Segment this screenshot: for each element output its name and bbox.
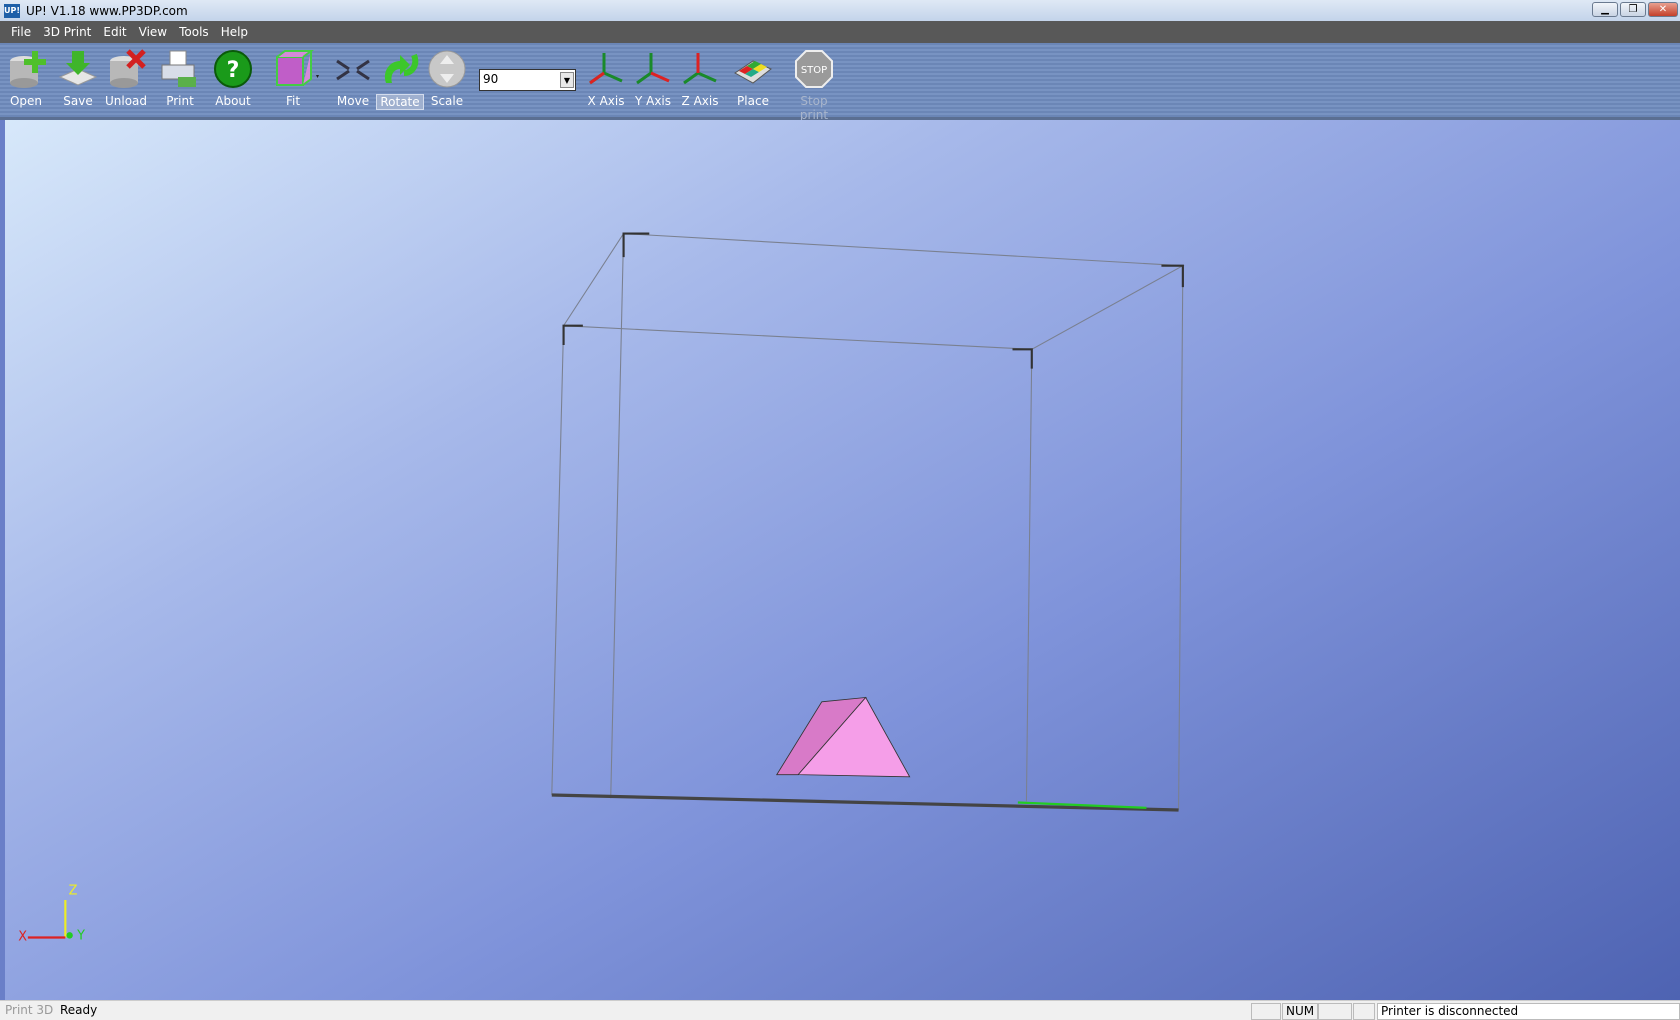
open-icon	[6, 49, 46, 89]
about-button[interactable]: ? About	[205, 49, 261, 108]
printer-icon	[160, 49, 200, 89]
status-text: Ready	[60, 1003, 98, 1017]
place-icon	[733, 49, 773, 89]
window-title: UP! V1.18 www.PP3DP.com	[26, 3, 188, 18]
menu-view[interactable]: View	[139, 25, 167, 39]
save-icon	[58, 49, 98, 89]
rotate-icon	[380, 49, 420, 89]
restore-button[interactable]: ❐	[1620, 2, 1646, 17]
menu-bar: File 3D Print Edit View Tools Help	[0, 21, 1680, 43]
status-pane	[1318, 1003, 1352, 1020]
minimize-button[interactable]: ▁	[1592, 2, 1618, 17]
open-button[interactable]: Open	[0, 49, 54, 108]
scale-button[interactable]: Scale	[419, 49, 475, 108]
place-button[interactable]: Place	[725, 49, 781, 108]
print-button[interactable]: Print	[152, 49, 208, 108]
title-bar: UP! UP! V1.18 www.PP3DP.com ▁ ❐ ✕	[0, 0, 1680, 21]
angle-combo[interactable]: 90 ▼	[479, 69, 576, 91]
chevron-down-icon[interactable]: ▼	[560, 72, 574, 88]
x-axis-icon	[586, 49, 626, 89]
3d-viewport[interactable]	[5, 120, 1680, 1000]
menu-tools[interactable]: Tools	[179, 25, 209, 39]
close-button[interactable]: ✕	[1648, 2, 1678, 17]
stop-icon: STOP	[794, 49, 834, 89]
menu-help[interactable]: Help	[221, 25, 248, 39]
svg-text:STOP: STOP	[801, 65, 827, 76]
toolbar: Open Save Unload Print ? About Fit Move R…	[0, 43, 1680, 122]
svg-text:?: ?	[227, 58, 240, 83]
stop-print-button: STOP Stop print	[786, 49, 842, 122]
z-axis-icon	[680, 49, 720, 89]
menu-edit[interactable]: Edit	[103, 25, 126, 39]
status-pane	[1353, 1003, 1375, 1020]
move-arrows-icon	[333, 49, 373, 89]
menu-3d-print[interactable]: 3D Print	[43, 25, 91, 39]
y-axis-icon	[633, 49, 673, 89]
angle-value: 90	[483, 72, 499, 86]
status-pane	[1251, 1003, 1281, 1020]
printer-status: Printer is disconnected	[1377, 1003, 1680, 1020]
num-indicator: NUM	[1282, 1003, 1318, 1020]
print3d-tab[interactable]: Print 3D	[2, 1003, 56, 1020]
fit-button[interactable]: Fit	[265, 49, 321, 108]
help-icon: ?	[213, 49, 253, 89]
z-axis-button[interactable]: Z Axis	[672, 49, 728, 108]
unload-icon	[106, 49, 146, 89]
fit-cube-icon	[273, 49, 319, 89]
app-logo: UP!	[4, 3, 20, 18]
menu-file[interactable]: File	[11, 25, 31, 39]
status-bar: Print 3D Ready NUM Printer is disconnect…	[0, 1000, 1680, 1020]
scale-icon	[427, 49, 467, 89]
unload-button[interactable]: Unload	[98, 49, 154, 108]
